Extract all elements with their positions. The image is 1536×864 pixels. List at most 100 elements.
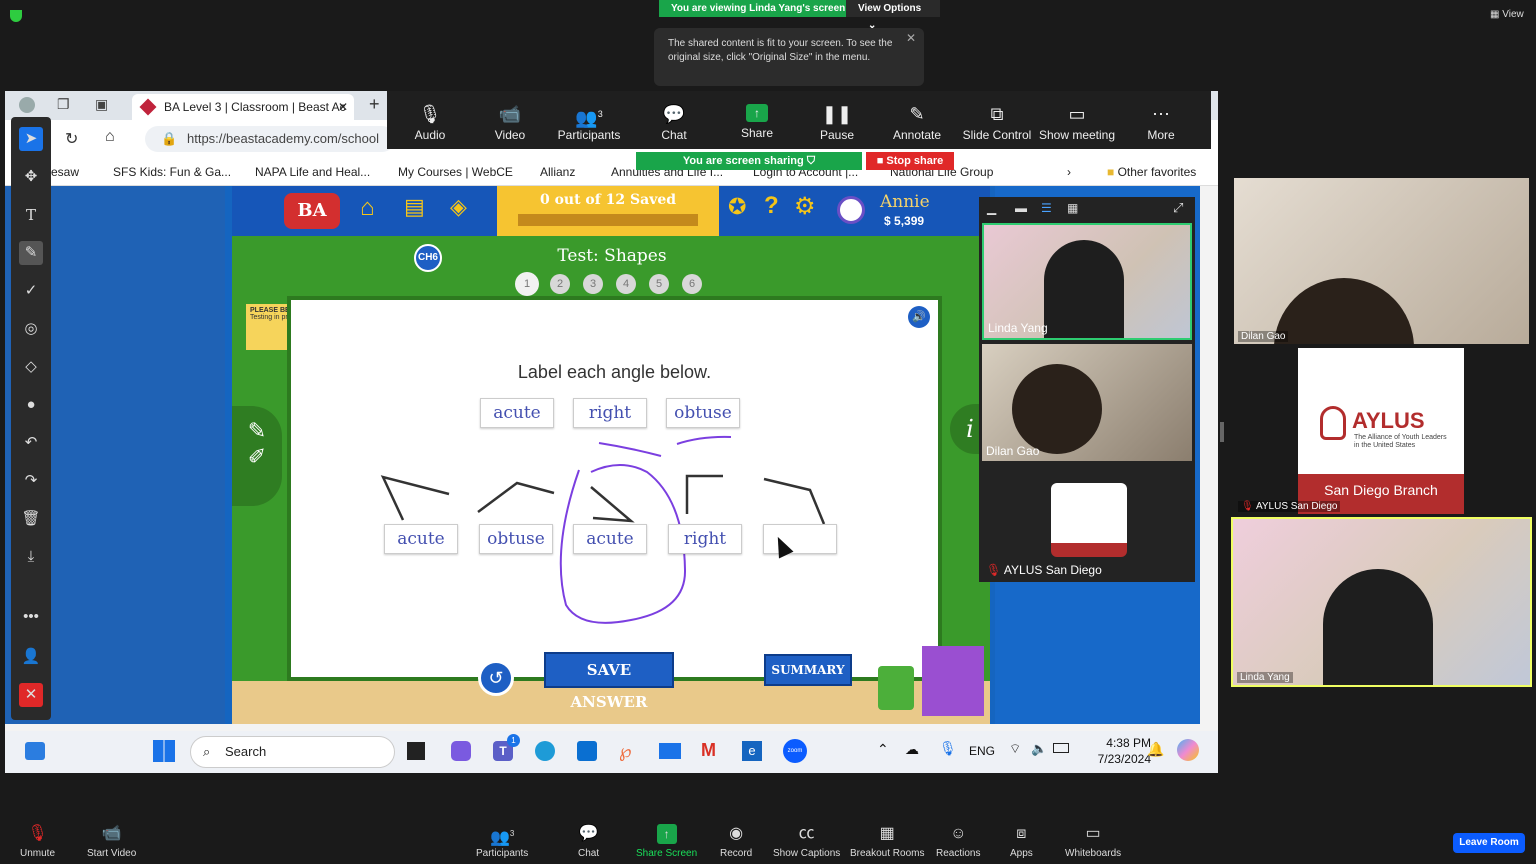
- expand-icon[interactable]: ⤢: [1173, 200, 1183, 216]
- cloud-icon[interactable]: ☁: [905, 741, 919, 758]
- pencil-tool[interactable]: ✎ ✐: [232, 406, 282, 506]
- answer-box-4[interactable]: right: [668, 524, 742, 554]
- volume-icon[interactable]: 🔈: [1031, 741, 1047, 757]
- eraser-icon[interactable]: ✐: [248, 444, 266, 469]
- spotlight-icon[interactable]: ◎: [19, 317, 43, 341]
- edge-icon[interactable]: [535, 741, 555, 761]
- video-tile-dilan[interactable]: Dilan Gao: [1234, 178, 1529, 344]
- tab-actions-icon[interactable]: ❐: [57, 96, 70, 113]
- gallery-tile-dilan[interactable]: Dilan Gao: [982, 344, 1192, 461]
- share-button[interactable]: ↑ Share: [717, 91, 797, 149]
- stamp-check-icon[interactable]: ✓: [19, 279, 43, 303]
- favorite-item[interactable]: esaw: [51, 165, 79, 179]
- question-chip[interactable]: 6: [682, 274, 702, 294]
- answer-box-2[interactable]: obtuse: [479, 524, 553, 554]
- favorite-item[interactable]: Allianz: [540, 165, 575, 179]
- annotate-button[interactable]: ✎ Annotate: [877, 91, 957, 149]
- copilot-icon[interactable]: [451, 741, 471, 761]
- question-chip[interactable]: 2: [550, 274, 570, 294]
- gallery-tile-aylus[interactable]: 🎙 AYLUS San Diego: [982, 463, 1192, 580]
- settings-icon[interactable]: ⚙: [794, 192, 816, 221]
- zoom-icon[interactable]: zoom: [783, 739, 807, 763]
- language[interactable]: ENG: [969, 744, 995, 758]
- mail-icon[interactable]: [659, 743, 681, 759]
- user-settings-icon[interactable]: 👤: [19, 645, 43, 669]
- record-button[interactable]: ◉ Record: [720, 824, 752, 859]
- home-icon[interactable]: ⌂: [105, 128, 115, 146]
- reset-icon[interactable]: ↺: [478, 660, 514, 696]
- show-meeting-button[interactable]: ▭ Show meeting: [1037, 91, 1117, 149]
- notification-icon[interactable]: 🔔: [1147, 741, 1164, 758]
- share-screen-button[interactable]: ↑ Share Screen: [636, 824, 697, 859]
- format-icon[interactable]: ●: [19, 393, 43, 417]
- participants-button[interactable]: 👥3 Participants: [476, 824, 528, 859]
- chat-button[interactable]: 💬 Chat: [634, 91, 714, 149]
- favorite-item[interactable]: My Courses | WebCE: [398, 165, 513, 179]
- clear-icon[interactable]: 🗑: [19, 507, 43, 531]
- app-icon[interactable]: ℘: [619, 741, 632, 762]
- chevron-right-icon[interactable]: ›: [1067, 165, 1071, 179]
- answer-box-3[interactable]: acute: [573, 524, 647, 554]
- tab-beast-academy[interactable]: BA Level 3 | Classroom | Beast Ac ✕: [132, 94, 354, 120]
- question-chip[interactable]: 4: [616, 274, 636, 294]
- unmute-button[interactable]: 🎙 Unmute: [20, 824, 55, 859]
- taskbar-search[interactable]: ⌕ Search: [190, 736, 395, 768]
- help-icon[interactable]: ?: [764, 192, 779, 220]
- panel-resize-handle[interactable]: [1220, 422, 1224, 442]
- strip-view-icon[interactable]: ☰: [1041, 201, 1052, 215]
- text-icon[interactable]: T: [19, 203, 43, 227]
- view-options-button[interactable]: View Options ⌄: [846, 0, 940, 31]
- more-button[interactable]: ⋯ More: [1121, 91, 1201, 149]
- breakout-rooms-button[interactable]: ▦ Breakout Rooms: [850, 824, 924, 859]
- app-icon[interactable]: [577, 741, 597, 761]
- user-name[interactable]: Annie: [880, 192, 930, 212]
- video-tile-aylus[interactable]: AYLUS The Alliance of Youth Leaders in t…: [1234, 348, 1529, 514]
- wifi-icon[interactable]: ⌔: [1009, 741, 1021, 757]
- question-chip[interactable]: 5: [649, 274, 669, 294]
- video-tile-linda[interactable]: Linda Yang: [1231, 517, 1532, 687]
- badge-icon[interactable]: ✪: [728, 194, 746, 220]
- avatar[interactable]: [837, 196, 865, 224]
- gallery-view-icon[interactable]: ▦: [1067, 201, 1078, 215]
- minimize-icon[interactable]: ▁: [987, 201, 996, 215]
- close-annotation-icon[interactable]: ✕: [19, 683, 43, 707]
- leave-room-button[interactable]: Leave Room: [1453, 833, 1525, 853]
- copilot-pre-icon[interactable]: [1177, 739, 1199, 761]
- other-favorites[interactable]: ■ Other favorites: [1107, 165, 1196, 179]
- close-tab-icon[interactable]: ✕: [338, 94, 348, 120]
- audio-button[interactable]: 🎙 Audio: [390, 91, 470, 149]
- more-icon[interactable]: •••: [19, 605, 43, 629]
- stop-share-button[interactable]: ■ Stop share: [866, 152, 954, 170]
- school-icon[interactable]: ⌂: [360, 194, 375, 222]
- summary-button[interactable]: SUMMARY: [764, 654, 852, 686]
- vertical-tabs-icon[interactable]: ▣: [95, 96, 108, 113]
- apps-button[interactable]: ⧈ Apps: [1010, 824, 1033, 859]
- start-icon[interactable]: [153, 740, 175, 762]
- widgets-icon[interactable]: [25, 742, 45, 760]
- gallery-tile-linda[interactable]: Linda Yang: [982, 223, 1192, 340]
- eraser-icon[interactable]: ◇: [19, 355, 43, 379]
- video-button[interactable]: 📹 Video: [470, 91, 550, 149]
- favorite-item[interactable]: NAPA Life and Heal...: [255, 165, 370, 179]
- gmail-icon[interactable]: M: [701, 740, 716, 761]
- undo-icon[interactable]: ↶: [19, 431, 43, 455]
- refresh-icon[interactable]: ↻: [65, 129, 78, 149]
- close-icon[interactable]: ✕: [906, 31, 916, 45]
- participants-button[interactable]: 👥3 Participants: [550, 91, 628, 149]
- url-field[interactable]: 🔒 https://beastacademy.com/school: [145, 126, 395, 152]
- favorite-item[interactable]: SFS Kids: Fun & Ga...: [113, 165, 231, 179]
- tray-chevron-icon[interactable]: ⌃: [877, 741, 889, 758]
- pause-button[interactable]: ❚❚ Pause: [797, 91, 877, 149]
- chat-button[interactable]: 💬 Chat: [578, 824, 599, 859]
- reactions-button[interactable]: ☺ Reactions: [936, 824, 980, 859]
- new-tab-icon[interactable]: +: [369, 94, 380, 115]
- ba-logo[interactable]: BA: [284, 193, 340, 229]
- mic-icon[interactable]: 🎙: [939, 740, 957, 757]
- pencil-icon[interactable]: ✎: [248, 418, 266, 443]
- start-video-button[interactable]: 📹 Start Video: [87, 824, 136, 859]
- answer-box-1[interactable]: acute: [384, 524, 458, 554]
- battery-icon[interactable]: [1053, 743, 1069, 753]
- slide-control-button[interactable]: ⧉ Slide Control: [957, 91, 1037, 149]
- ie-icon[interactable]: e: [742, 741, 762, 761]
- view-button[interactable]: ▦ View: [1490, 9, 1524, 20]
